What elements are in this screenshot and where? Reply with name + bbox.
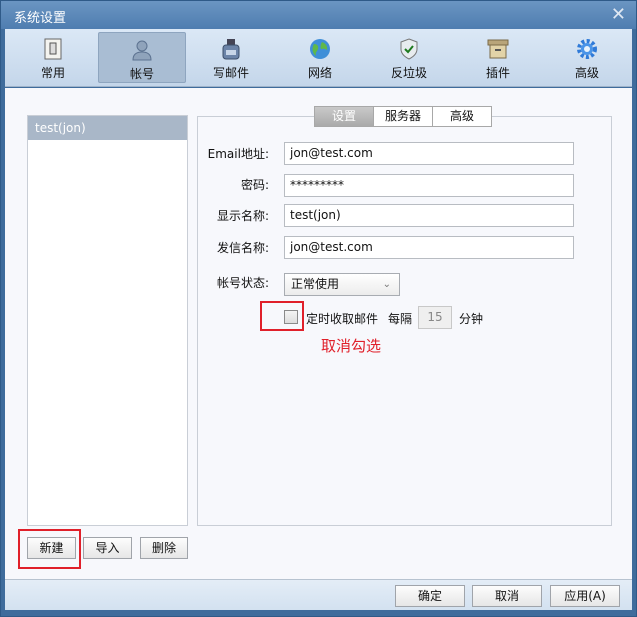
- auto-fetch-label: 定时收取邮件: [306, 312, 379, 326]
- sender-name-label: 发信名称:: [216, 241, 269, 255]
- toolbar-item-label: 帐号: [129, 67, 154, 81]
- toolbar-item-label: 写邮件: [212, 66, 249, 80]
- delete-account-button[interactable]: 删除: [140, 537, 188, 559]
- gear-icon: [577, 39, 597, 59]
- close-icon[interactable]: ✕: [611, 4, 626, 25]
- interval-prefix: 每隔: [388, 312, 413, 326]
- cancel-button[interactable]: 取消: [472, 585, 542, 607]
- annotation-uncheck-text: 取消勾选: [321, 337, 382, 355]
- settings-window: 系统设置 ✕ 常用 帐号 写邮件 网络 反垃圾 插件 高级 test(jon) …: [0, 0, 637, 617]
- content-area: test(jon) 设置 服务器 高级 Email地址: jon@test.co…: [5, 88, 632, 579]
- tab-server[interactable]: 服务器: [373, 106, 433, 127]
- email-label: Email地址:: [207, 147, 269, 161]
- toolbar-item-compose[interactable]: 写邮件: [187, 32, 275, 83]
- interval-input[interactable]: 15: [418, 306, 452, 329]
- chevron-down-icon: ⌄: [382, 279, 391, 290]
- apply-button[interactable]: 应用(A): [550, 585, 620, 607]
- ink-bottle-icon: [222, 39, 240, 60]
- toolbar-item-antispam[interactable]: 反垃圾: [365, 32, 453, 83]
- toolbar-item-label: 高级: [574, 66, 599, 80]
- display-name-label: 显示名称:: [216, 209, 269, 223]
- title-bar: 系统设置 ✕: [1, 1, 636, 29]
- ok-button[interactable]: 确定: [395, 585, 465, 607]
- globe-icon: [310, 39, 330, 59]
- interval-suffix: 分钟: [459, 312, 484, 326]
- display-name-field[interactable]: test(jon): [284, 204, 574, 227]
- account-status-label: 帐号状态:: [216, 276, 269, 290]
- box-icon: [487, 39, 509, 59]
- account-status-select[interactable]: 正常使用 ⌄: [284, 273, 400, 296]
- user-icon: [132, 40, 152, 61]
- toolbar-item-account[interactable]: 帐号: [98, 32, 186, 83]
- switch-icon: [44, 38, 62, 60]
- settings-tabs: 设置 服务器 高级: [314, 106, 492, 127]
- email-field[interactable]: jon@test.com: [284, 142, 574, 165]
- toolbar-item-label: 插件: [485, 66, 510, 80]
- import-account-button[interactable]: 导入: [83, 537, 132, 559]
- auto-fetch-checkbox[interactable]: [284, 310, 298, 324]
- dialog-footer: 确定 取消 应用(A): [5, 579, 632, 610]
- account-status-value: 正常使用: [291, 277, 340, 291]
- account-list-item[interactable]: test(jon): [28, 116, 187, 140]
- toolbar-item-network[interactable]: 网络: [276, 32, 364, 83]
- new-account-button[interactable]: 新建: [27, 537, 76, 559]
- password-field[interactable]: *********: [284, 174, 574, 197]
- tab-advanced[interactable]: 高级: [432, 106, 492, 127]
- toolbar-item-plugins[interactable]: 插件: [454, 32, 542, 83]
- toolbar: 常用 帐号 写邮件 网络 反垃圾 插件 高级: [5, 29, 632, 87]
- sender-name-field[interactable]: jon@test.com: [284, 236, 574, 259]
- password-label: 密码:: [240, 178, 269, 192]
- toolbar-item-general[interactable]: 常用: [9, 32, 97, 83]
- toolbar-item-label: 常用: [40, 66, 65, 80]
- account-list: test(jon): [27, 115, 188, 526]
- window-title: 系统设置: [14, 11, 67, 26]
- toolbar-item-label: 反垃圾: [390, 66, 427, 80]
- shield-check-icon: [400, 38, 418, 60]
- tab-settings[interactable]: 设置: [314, 106, 374, 127]
- toolbar-item-label: 网络: [307, 66, 332, 80]
- toolbar-item-advanced[interactable]: 高级: [543, 32, 631, 83]
